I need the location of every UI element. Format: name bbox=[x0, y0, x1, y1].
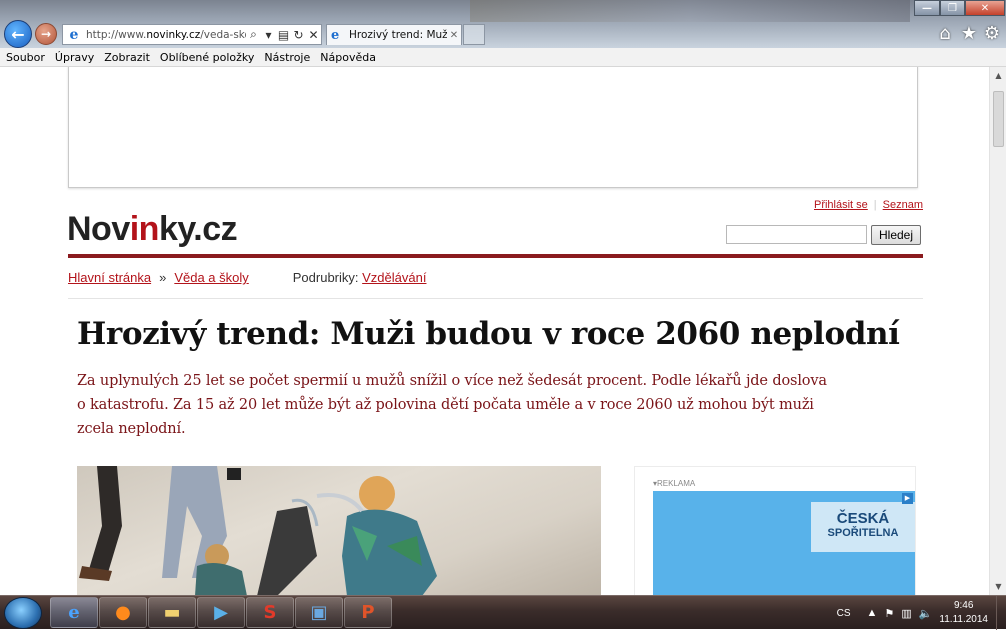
ad-brand-line1: ČESKÁ bbox=[836, 510, 890, 527]
new-tab-button[interactable] bbox=[463, 24, 485, 45]
ie-icon: e bbox=[69, 26, 79, 43]
page-viewport: Přihlásit se | Seznam Novinky.cz Hledej Hl… bbox=[0, 67, 989, 595]
header-divider bbox=[68, 254, 923, 258]
forward-icon[interactable]: → bbox=[35, 23, 57, 45]
refresh-icon[interactable]: ↻ bbox=[291, 28, 306, 42]
search-button[interactable]: Hledej bbox=[871, 225, 921, 245]
menu-item-zobrazit[interactable]: Zobrazit bbox=[104, 51, 150, 64]
ceska-sporitelna-logo: ČESKÁ SPOŘITELNA bbox=[811, 502, 915, 552]
scroll-thumb[interactable] bbox=[993, 91, 1004, 147]
url-domain: novinky.cz bbox=[146, 28, 201, 41]
window-maximize-button[interactable]: ❐ bbox=[940, 0, 965, 16]
address-bar[interactable]: e http://www.novinky.cz/veda-sko ⌕ ▾ ▤ ↻… bbox=[62, 24, 322, 45]
search-icon[interactable]: ⌕ bbox=[246, 27, 261, 42]
show-desktop-button[interactable] bbox=[996, 596, 1006, 630]
stop-icon[interactable]: ✕ bbox=[306, 28, 321, 42]
scroll-down-icon[interactable]: ▼ bbox=[990, 578, 1006, 595]
article-photo-illustration bbox=[79, 466, 437, 595]
article-photo[interactable] bbox=[77, 466, 601, 595]
internet-explorer-icon[interactable]: e bbox=[50, 597, 98, 628]
action-center-flag-icon[interactable]: ⚑ bbox=[884, 607, 894, 620]
breadcrumb-section[interactable]: Věda a školy bbox=[174, 270, 248, 285]
browser-chrome: ← → e http://www.novinky.cz/veda-sko ⌕ ▾… bbox=[0, 0, 1006, 48]
back-icon[interactable]: ← bbox=[4, 20, 32, 48]
tab-title: Hrozivý trend: Muži ... bbox=[349, 29, 447, 41]
desktop-background-strip bbox=[470, 0, 910, 22]
ad-label: ▾REKLAMA bbox=[653, 479, 696, 488]
powerpoint-icon[interactable]: P bbox=[344, 597, 392, 628]
favorites-star-icon[interactable]: ★ bbox=[958, 23, 980, 45]
compat-icon[interactable]: ▤ bbox=[276, 28, 291, 42]
logo-part-3: ky.cz bbox=[158, 210, 238, 248]
scroll-up-icon[interactable]: ▲ bbox=[990, 67, 1006, 84]
menu-item-napoveda[interactable]: Nápověda bbox=[320, 51, 376, 64]
seznam-browser-icon[interactable]: S bbox=[246, 597, 294, 628]
breadcrumb: Hlavní stránka » Věda a školy Podrubriky: V… bbox=[68, 270, 426, 285]
vertical-scrollbar[interactable]: ▲ ▼ bbox=[989, 67, 1006, 595]
url-suffix: /veda-sko bbox=[200, 28, 246, 41]
home-icon[interactable]: ⌂ bbox=[934, 23, 956, 45]
login-link[interactable]: Přihlásit se bbox=[814, 199, 868, 211]
address-url[interactable]: http://www.novinky.cz/veda-sko bbox=[86, 29, 246, 41]
site-search: Hledej bbox=[726, 225, 921, 245]
system-tray: CS ▲ ⚑ ▥ 🔈 9:46 11.11.2014 bbox=[837, 596, 1006, 630]
breadcrumb-arrow: » bbox=[159, 270, 167, 285]
window-minimize-button[interactable]: — bbox=[914, 0, 940, 16]
sidebar-ad: ▾REKLAMA ČESKÁ SPOŘITELNA ▶ bbox=[634, 466, 916, 595]
link-separator: | bbox=[873, 199, 877, 211]
ie-tab-icon: e bbox=[331, 27, 340, 43]
ad-banner[interactable]: ČESKÁ SPOŘITELNA ▶ bbox=[653, 491, 915, 595]
menu-bar: Soubor Úpravy Zobrazit Oblíbené položky … bbox=[0, 48, 1006, 67]
logo-part-2: in bbox=[129, 210, 160, 248]
media-player-icon[interactable]: ▶ bbox=[197, 597, 245, 628]
volume-icon[interactable]: 🔈 bbox=[919, 607, 933, 620]
seznam-link[interactable]: Seznam bbox=[883, 199, 923, 211]
top-links: Přihlásit se | Seznam bbox=[814, 199, 923, 211]
tab-close-icon[interactable]: ✕ bbox=[447, 30, 461, 41]
clock-time: 9:46 bbox=[953, 600, 974, 611]
clock-date: 11.11.2014 bbox=[939, 614, 988, 625]
breadcrumb-home[interactable]: Hlavní stránka bbox=[68, 270, 151, 285]
window-close-button[interactable]: ✕ bbox=[965, 0, 1005, 16]
novinky-logo[interactable]: Novinky.cz bbox=[67, 210, 238, 249]
menu-item-upravy[interactable]: Úpravy bbox=[55, 51, 94, 64]
photo-viewer-icon[interactable]: ▣ bbox=[295, 597, 343, 628]
network-icon[interactable]: ▥ bbox=[901, 607, 911, 620]
subsection-label: Podrubriky: bbox=[292, 270, 359, 285]
article-perex: Za uplynulých 25 let se počet spermií u … bbox=[77, 373, 827, 437]
tab-active[interactable]: e Hrozivý trend: Muži ... ✕ bbox=[326, 24, 462, 45]
menu-item-oblibene[interactable]: Oblíbené položky bbox=[160, 51, 255, 64]
subsection-link[interactable]: Vzdělávání bbox=[362, 270, 426, 285]
menu-item-nastroje[interactable]: Nástroje bbox=[264, 51, 310, 64]
firefox-icon[interactable]: ● bbox=[99, 597, 147, 628]
logo-part-1: Nov bbox=[67, 210, 130, 248]
top-ad-placeholder bbox=[68, 67, 918, 188]
menu-item-soubor[interactable]: Soubor bbox=[6, 51, 45, 64]
adchoices-icon[interactable]: ▶ bbox=[902, 493, 913, 504]
file-explorer-icon[interactable]: ▬ bbox=[148, 597, 196, 628]
clock[interactable]: 9:46 11.11.2014 bbox=[939, 599, 988, 627]
taskbar: e ● ▬ ▶ S ▣ P CS ▲ ⚑ ▥ 🔈 9:46 11.11.2014 bbox=[0, 595, 1006, 630]
article-headline: Hrozivý trend: Muži budou v roce 2060 ne… bbox=[77, 316, 900, 352]
breadcrumb-divider bbox=[68, 298, 923, 299]
start-button[interactable] bbox=[4, 597, 42, 629]
language-indicator[interactable]: CS bbox=[837, 608, 851, 619]
settings-gear-icon[interactable]: ⚙ bbox=[981, 23, 1003, 45]
tray-expand-icon[interactable]: ▲ bbox=[867, 607, 878, 619]
dropdown-icon[interactable]: ▾ bbox=[261, 28, 276, 42]
ad-brand-line2: SPOŘITELNA bbox=[827, 527, 899, 539]
search-input[interactable] bbox=[726, 225, 867, 244]
url-prefix: http://www. bbox=[86, 28, 147, 41]
